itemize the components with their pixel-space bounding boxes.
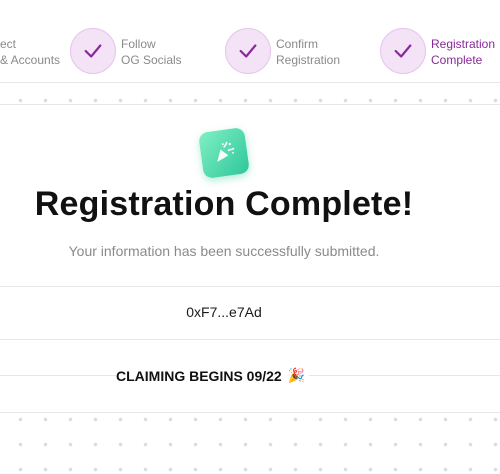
checkmark-icon (239, 44, 257, 58)
step-label-registration-complete: Registration Complete (431, 37, 496, 67)
checkmark-icon (394, 44, 412, 58)
claim-date-banner: CLAIMING BEGINS 09/22 🎉 (116, 367, 310, 384)
registration-page: ect & Accounts Follow OG Socials Confirm… (0, 0, 500, 474)
divider (0, 104, 500, 105)
divider (0, 286, 500, 287)
page-title: Registration Complete! (34, 185, 414, 223)
step-registration-complete-checkmark (380, 28, 426, 74)
party-popper-glyph (217, 141, 235, 163)
party-popper-icon (198, 127, 250, 179)
step-label-follow-socials: Follow OG Socials (121, 37, 182, 67)
checkmark-icon (84, 44, 102, 58)
step-follow-socials-checkmark (70, 28, 116, 74)
step-label-confirm-registration: Confirm Registration (276, 37, 341, 67)
divider (0, 82, 500, 83)
wallet-address: 0xF7...e7Ad (186, 304, 262, 320)
dot-pattern-band (0, 84, 500, 104)
success-message: Your information has been successfully s… (68, 243, 380, 259)
step-label-connect-accounts: ect & Accounts (0, 37, 61, 67)
party-emoji-icon: 🎉 (287, 367, 306, 383)
dot-pattern-band (0, 412, 500, 474)
divider (0, 339, 500, 340)
progress-stepper: ect & Accounts Follow OG Socials Confirm… (0, 0, 500, 82)
step-confirm-registration-checkmark (225, 28, 271, 74)
claim-date-text: CLAIMING BEGINS 09/22 (116, 367, 282, 384)
